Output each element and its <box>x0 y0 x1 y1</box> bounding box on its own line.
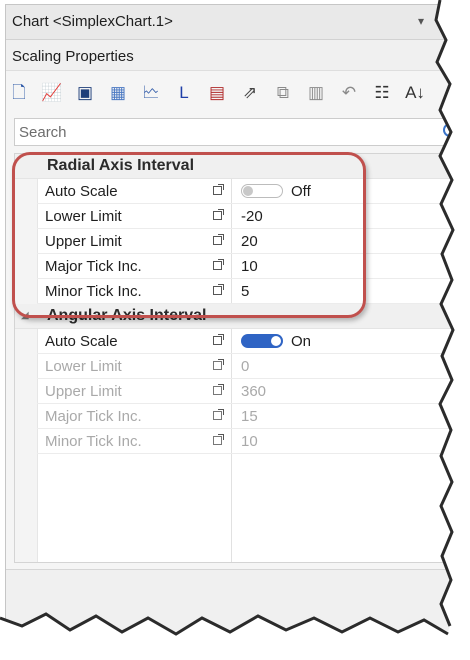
table-view-icon[interactable]: ▥ <box>305 83 327 103</box>
property-row[interactable]: Lower Limit -20 <box>37 204 451 229</box>
property-value[interactable]: 5 <box>241 283 249 300</box>
legend-icon[interactable]: L <box>173 83 195 103</box>
search-input[interactable] <box>19 122 419 142</box>
pin-icon[interactable]: ᵽ <box>441 14 448 28</box>
property-name: Major Tick Inc. <box>45 258 142 275</box>
toggle-state-label: Off <box>291 183 311 200</box>
property-row[interactable]: Minor Tick Inc. 5 <box>37 279 451 304</box>
property-name: Auto Scale <box>45 183 118 200</box>
property-value[interactable]: 10 <box>241 433 258 450</box>
edit-icon[interactable] <box>213 184 224 195</box>
edit-icon[interactable] <box>213 209 224 220</box>
edit-icon[interactable] <box>213 434 224 445</box>
property-row[interactable]: Lower Limit 0 <box>37 354 451 379</box>
category-label: Angular Axis Interval <box>47 307 207 324</box>
edit-icon[interactable] <box>213 284 224 295</box>
property-value[interactable]: 20 <box>241 233 258 250</box>
property-name: Upper Limit <box>45 233 122 250</box>
grid-gutter <box>15 154 38 562</box>
property-value[interactable]: 10 <box>241 258 258 275</box>
toggle-knob <box>243 186 253 196</box>
category-label: Radial Axis Interval <box>47 157 195 174</box>
category-row[interactable]: ◢ Angular Axis Interval <box>15 304 451 329</box>
property-name: Minor Tick Inc. <box>45 283 142 300</box>
property-row[interactable]: Minor Tick Inc. 10 <box>37 429 451 454</box>
property-value[interactable]: 15 <box>241 408 258 425</box>
auto-scale-toggle[interactable] <box>241 184 283 198</box>
edit-icon[interactable] <box>213 234 224 245</box>
property-name: Auto Scale <box>45 333 118 350</box>
description-pane <box>6 569 456 651</box>
toggle-knob <box>271 336 281 346</box>
property-row[interactable]: Upper Limit 20 <box>37 229 451 254</box>
property-value[interactable]: 360 <box>241 383 266 400</box>
chart-properties-icon[interactable]: 📈 <box>41 83 63 103</box>
property-value[interactable]: 0 <box>241 358 249 375</box>
property-row[interactable]: Major Tick Inc. 10 <box>37 254 451 279</box>
panel-title: Chart <SimplexChart.1> <box>12 13 173 30</box>
alphabetical-icon[interactable]: A↓ <box>404 83 426 103</box>
grid-lines-icon[interactable]: ▦ <box>107 83 129 103</box>
expand-arrow-icon[interactable]: ◢ <box>21 310 29 321</box>
property-row[interactable]: Auto Scale Off <box>37 179 451 204</box>
auto-scale-toggle[interactable] <box>241 334 283 348</box>
toolbar: 🗋 📈 ▣ ▦ 🗠 L ▤ ⇗ ⧉ ▥ ↶ ☷ A↓ <box>8 71 456 111</box>
edit-icon[interactable] <box>213 334 224 345</box>
toggle-state-label: On <box>291 333 312 350</box>
category-row[interactable]: ◢Radial Axis Interval <box>15 154 451 179</box>
search-box[interactable] <box>14 118 456 146</box>
data-table-icon[interactable]: ▤ <box>206 83 228 103</box>
undo-icon[interactable]: ↶ <box>338 83 360 103</box>
new-item-icon[interactable]: 🗋 <box>8 83 30 103</box>
link-icon[interactable]: ⧉ <box>272 83 294 103</box>
section-header: Scaling Properties <box>6 40 456 71</box>
edit-icon[interactable] <box>213 359 224 370</box>
panel-titlebar: Chart <SimplexChart.1> ▾ ᵽ <box>6 5 456 40</box>
plot-area-icon[interactable]: ▣ <box>74 83 96 103</box>
property-value[interactable]: -20 <box>241 208 263 225</box>
edit-icon[interactable] <box>213 409 224 420</box>
export-icon[interactable]: ⇗ <box>239 83 261 103</box>
title-controls: ▾ ᵽ <box>404 14 448 28</box>
edit-icon[interactable] <box>213 259 224 270</box>
search-icon[interactable] <box>443 123 456 137</box>
property-name: Lower Limit <box>45 358 122 375</box>
dropdown-arrow-icon[interactable]: ▾ <box>418 14 424 28</box>
property-name: Lower Limit <box>45 208 122 225</box>
property-grid: ◢Radial Axis IntervalAuto ScaleOffLower … <box>14 153 452 563</box>
property-row[interactable]: Major Tick Inc. 15 <box>37 404 451 429</box>
property-name: Major Tick Inc. <box>45 408 142 425</box>
edit-icon[interactable] <box>213 384 224 395</box>
property-name: Minor Tick Inc. <box>45 433 142 450</box>
categorized-icon[interactable]: ☷ <box>371 83 393 103</box>
property-row[interactable]: Auto Scale On <box>37 329 451 354</box>
section-title: Scaling Properties <box>12 48 134 65</box>
chart-settings-icon[interactable]: 🗠 <box>140 83 162 103</box>
property-name: Upper Limit <box>45 383 122 400</box>
property-row[interactable]: Upper Limit 360 <box>37 379 451 404</box>
properties-panel: Chart <SimplexChart.1> ▾ ᵽ Scaling Prope… <box>5 4 457 652</box>
